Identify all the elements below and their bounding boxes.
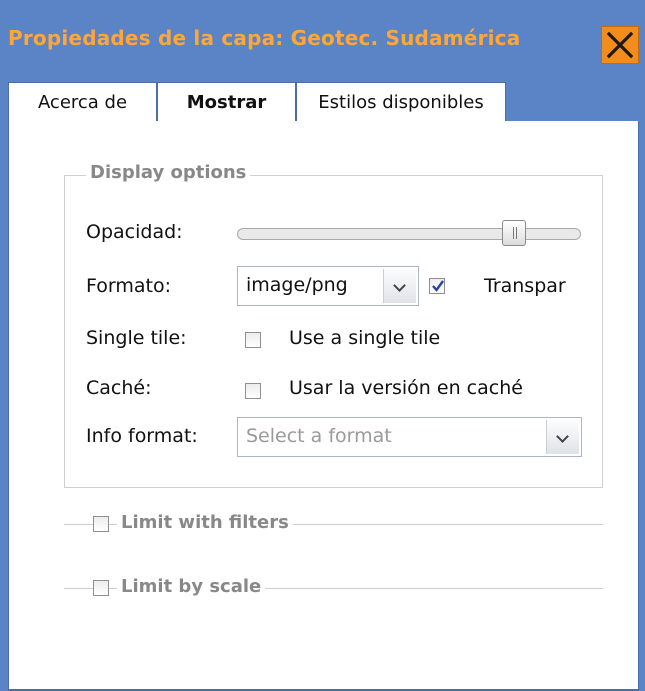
format-select[interactable]: image/png <box>237 266 419 306</box>
opacity-slider-track[interactable] <box>237 228 581 240</box>
cache-checkbox[interactable] <box>245 383 261 399</box>
title-bar[interactable]: Propiedades de la capa: Geotec. Sudaméri… <box>0 0 645 82</box>
format-label: Formato: <box>86 275 171 297</box>
single-tile-checkbox[interactable] <box>245 332 261 348</box>
close-button[interactable] <box>601 26 639 64</box>
tab-estilos-disponibles[interactable]: Estilos disponibles <box>296 82 506 122</box>
transparent-checkbox[interactable] <box>429 278 445 294</box>
cache-label: Caché: <box>86 377 152 399</box>
tab-acerca-de[interactable]: Acerca de <box>8 82 157 122</box>
format-select-value: image/png <box>246 274 348 296</box>
window-title: Propiedades de la capa: Geotec. Sudaméri… <box>8 26 521 50</box>
opacity-label: Opacidad: <box>86 221 183 243</box>
limit-filters-label: Limit with filters <box>117 512 293 533</box>
opacity-slider-thumb[interactable] <box>502 220 526 246</box>
single-tile-checkbox-label: Use a single tile <box>289 327 441 349</box>
info-format-select[interactable]: Select a format <box>237 417 582 457</box>
tab-mostrar[interactable]: Mostrar <box>157 82 296 123</box>
single-tile-label: Single tile: <box>86 327 187 349</box>
limit-filters-checkbox[interactable] <box>93 516 109 532</box>
transparent-label: Transpar <box>484 275 566 297</box>
chevron-down-icon <box>383 269 416 303</box>
tab-strip: Acerca de Mostrar Estilos disponibles <box>8 82 639 123</box>
display-options-legend: Display options <box>86 162 251 183</box>
chevron-down-icon <box>546 420 579 454</box>
info-format-placeholder: Select a format <box>246 425 392 447</box>
checkmark-icon <box>432 280 444 292</box>
tab-panel-mostrar: Display options Opacidad: Formato: image… <box>8 121 639 691</box>
limit-scale-checkbox[interactable] <box>93 580 109 596</box>
layer-properties-window: Propiedades de la capa: Geotec. Sudaméri… <box>0 0 645 691</box>
info-format-label: Info format: <box>86 425 198 447</box>
cache-checkbox-label: Usar la versión en caché <box>289 377 523 399</box>
close-icon <box>606 31 634 59</box>
limit-scale-label: Limit by scale <box>117 576 266 597</box>
